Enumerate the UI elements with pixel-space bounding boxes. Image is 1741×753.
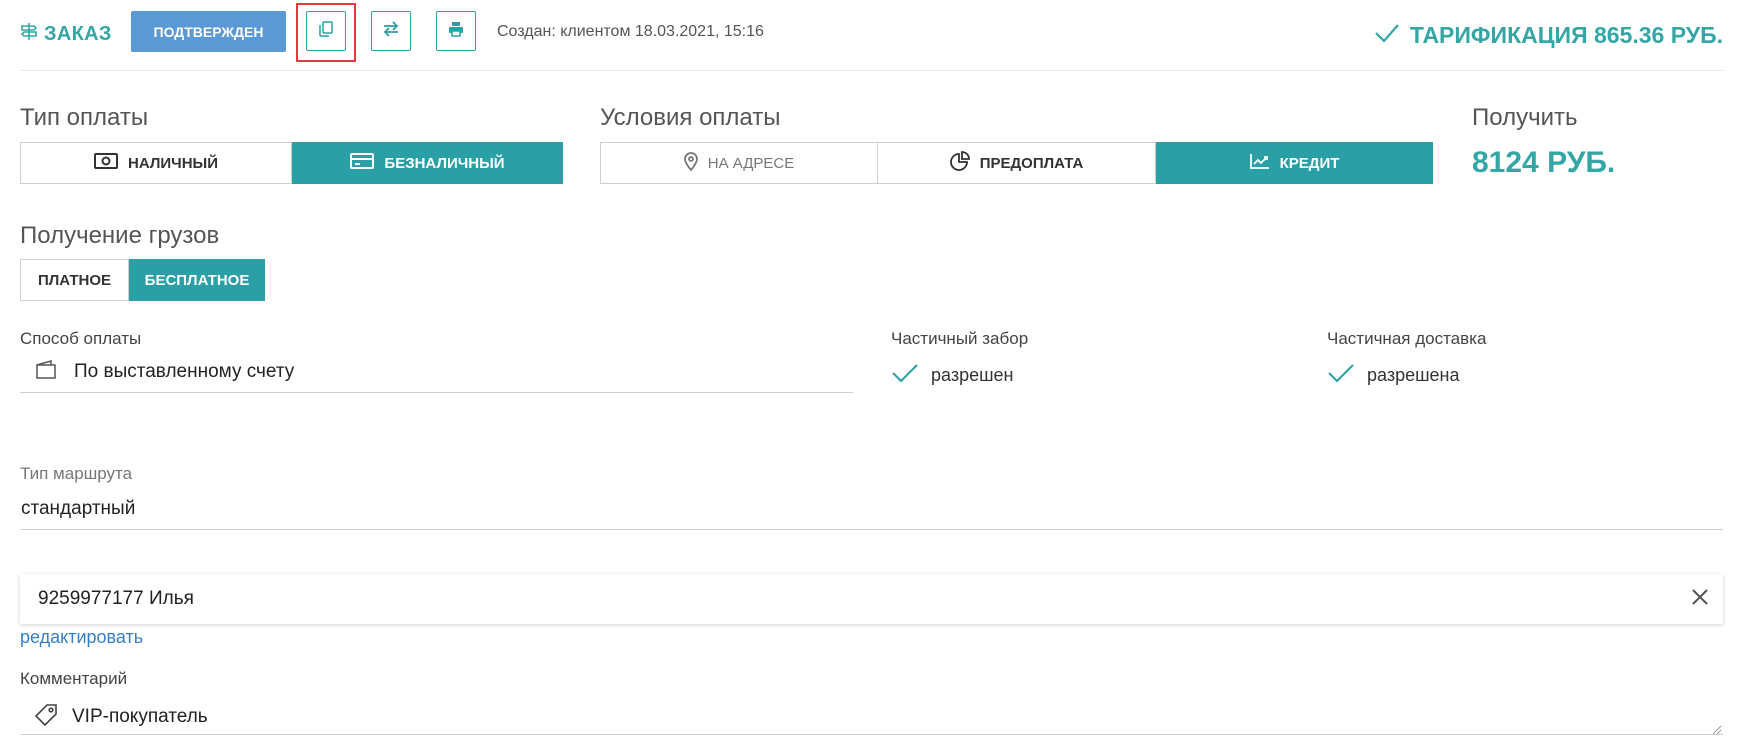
cargo-receipt-label: Получение грузов <box>20 222 220 249</box>
check-icon <box>891 363 919 388</box>
copy-button-highlight <box>296 3 356 62</box>
comment-value: VIP-покупатель <box>72 706 208 727</box>
trend-chart-icon <box>1249 153 1270 173</box>
swap-button[interactable] <box>371 11 411 51</box>
check-icon <box>1374 22 1400 49</box>
payment-terms-on-address-label: НА АДРЕСЕ <box>707 154 795 172</box>
cash-icon <box>94 153 118 173</box>
payment-type-cashless[interactable]: БЕЗНАЛИЧНЫЙ <box>292 142 563 184</box>
check-icon <box>1327 363 1355 388</box>
map-pin-icon <box>683 151 698 175</box>
partial-pickup-value: разрешен <box>931 365 1014 385</box>
payment-method-value[interactable]: По выставленному счету <box>74 361 294 383</box>
close-icon[interactable] <box>1691 588 1709 611</box>
cargo-receipt-free[interactable]: БЕСПЛАТНОЕ <box>129 259 265 301</box>
contact-value: 9259977177 Илья <box>38 588 194 609</box>
credit-card-icon <box>350 153 375 173</box>
partial-pickup-label: Частичный забор <box>891 329 1029 348</box>
route-type-value[interactable]: стандартный <box>21 498 135 520</box>
pie-chart-icon <box>949 151 970 175</box>
payment-terms-toggle: НА АДРЕСЕ ПРЕДОПЛАТА КРЕДИТ <box>600 142 1433 184</box>
cargo-receipt-toggle: ПЛАТНОЕ БЕСПЛАТНОЕ <box>20 259 265 301</box>
tag-icon <box>34 703 58 732</box>
payment-method-underline <box>20 392 853 393</box>
receive-label: Получить <box>1472 104 1578 131</box>
printer-icon <box>448 21 464 42</box>
order-title: ЗАКАЗ <box>20 22 112 46</box>
swap-arrows-icon <box>382 20 400 42</box>
receive-amount: 8124 РУБ. <box>1472 146 1616 179</box>
payment-terms-on-address[interactable]: НА АДРЕСЕ <box>600 142 878 184</box>
print-button[interactable] <box>436 11 476 51</box>
contact-field[interactable]: 9259977177 Илья <box>20 574 1723 624</box>
partial-delivery-status: разрешена <box>1327 363 1460 388</box>
status-button[interactable]: ПОДТВЕРЖДЕН <box>131 11 286 52</box>
partial-pickup-status: разрешен <box>891 363 1014 388</box>
payment-type-label: Тип оплаты <box>20 104 149 131</box>
tarif-total: ТАРИФИКАЦИЯ 865.36 РУБ. <box>1374 22 1723 49</box>
route-type-underline <box>20 529 1723 530</box>
payment-terms-credit[interactable]: КРЕДИТ <box>1156 142 1433 184</box>
wallet-icon <box>34 360 58 385</box>
payment-type-cashless-label: БЕЗНАЛИЧНЫЙ <box>384 154 505 172</box>
order-title-label: ЗАКАЗ <box>44 22 112 45</box>
signpost-icon <box>20 22 38 46</box>
route-type-label: Тип маршрута <box>20 464 133 483</box>
comment-underline <box>20 734 1723 735</box>
partial-delivery-label: Частичная доставка <box>1327 329 1487 348</box>
payment-type-toggle: НАЛИЧНЫЙ БЕЗНАЛИЧНЫЙ <box>20 142 563 184</box>
payment-type-cash-label: НАЛИЧНЫЙ <box>128 154 218 172</box>
cargo-receipt-paid[interactable]: ПЛАТНОЕ <box>20 259 129 301</box>
comment-label: Комментарий <box>20 669 128 688</box>
payment-method-label: Способ оплаты <box>20 329 142 348</box>
payment-terms-label: Условия оплаты <box>600 104 781 131</box>
payment-type-cash[interactable]: НАЛИЧНЫЙ <box>20 142 292 184</box>
payment-terms-credit-label: КРЕДИТ <box>1279 154 1340 172</box>
header-divider <box>20 70 1723 71</box>
tarif-label: ТАРИФИКАЦИЯ 865.36 РУБ. <box>1409 22 1723 48</box>
edit-contact-link[interactable]: редактировать <box>20 627 143 648</box>
resize-handle-icon[interactable] <box>1712 722 1722 740</box>
partial-delivery-value: разрешена <box>1367 365 1460 385</box>
payment-terms-prepay[interactable]: ПРЕДОПЛАТА <box>878 142 1156 184</box>
payment-terms-prepay-label: ПРЕДОПЛАТА <box>979 154 1084 172</box>
comment-field[interactable]: VIP-покупатель <box>20 700 1723 734</box>
created-info: Создан: клиентом 18.03.2021, 15:16 <box>497 23 764 40</box>
